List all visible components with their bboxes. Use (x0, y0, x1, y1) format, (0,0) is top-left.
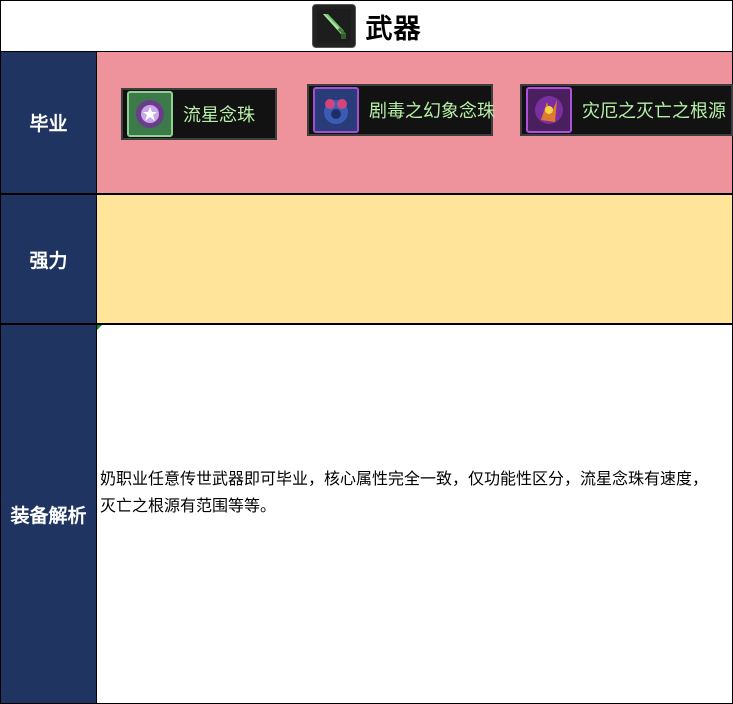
item-name: 流星念珠 (183, 105, 255, 126)
row-label-analysis: 装备解析 (0, 324, 97, 704)
item-name: 剧毒之幻象念珠 (369, 101, 495, 122)
item-venom-illusion-rosary[interactable]: 剧毒之幻象念珠 (307, 84, 495, 136)
row-content-strong (97, 194, 733, 324)
sword-icon (311, 4, 356, 48)
equipment-sheet: 武器 毕业 流星念珠 剧毒之幻象念珠 灾厄之灭亡之根源 强力 装备解析 奶职业任… (0, 0, 733, 704)
item-name: 灾厄之灭亡之根源 (582, 101, 726, 122)
item-meteor-rosary[interactable]: 流星念珠 (121, 88, 277, 140)
row-analysis: 装备解析 奶职业任意传世武器即可毕业，核心属性完全一致，仅功能性区分，流星念珠有… (0, 324, 733, 704)
row-content-analysis: 奶职业任意传世武器即可毕业，核心属性完全一致，仅功能性区分，流星念珠有速度，灭亡… (97, 324, 733, 704)
row-strong: 强力 (0, 194, 733, 324)
item-doom-root[interactable]: 灾厄之灭亡之根源 (520, 84, 733, 136)
rosary-venom-icon (313, 87, 359, 133)
cell-comment-marker (97, 325, 102, 330)
row-label-graduation: 毕业 (0, 51, 97, 194)
analysis-text: 奶职业任意传世武器即可毕业，核心属性完全一致，仅功能性区分，流星念珠有速度，灭亡… (100, 469, 709, 515)
page-title: 武器 (365, 13, 422, 45)
doom-root-icon (526, 87, 572, 133)
rosary-orb-icon (127, 91, 173, 137)
sheet-header: 武器 (0, 0, 733, 51)
row-label-strong: 强力 (0, 194, 97, 324)
